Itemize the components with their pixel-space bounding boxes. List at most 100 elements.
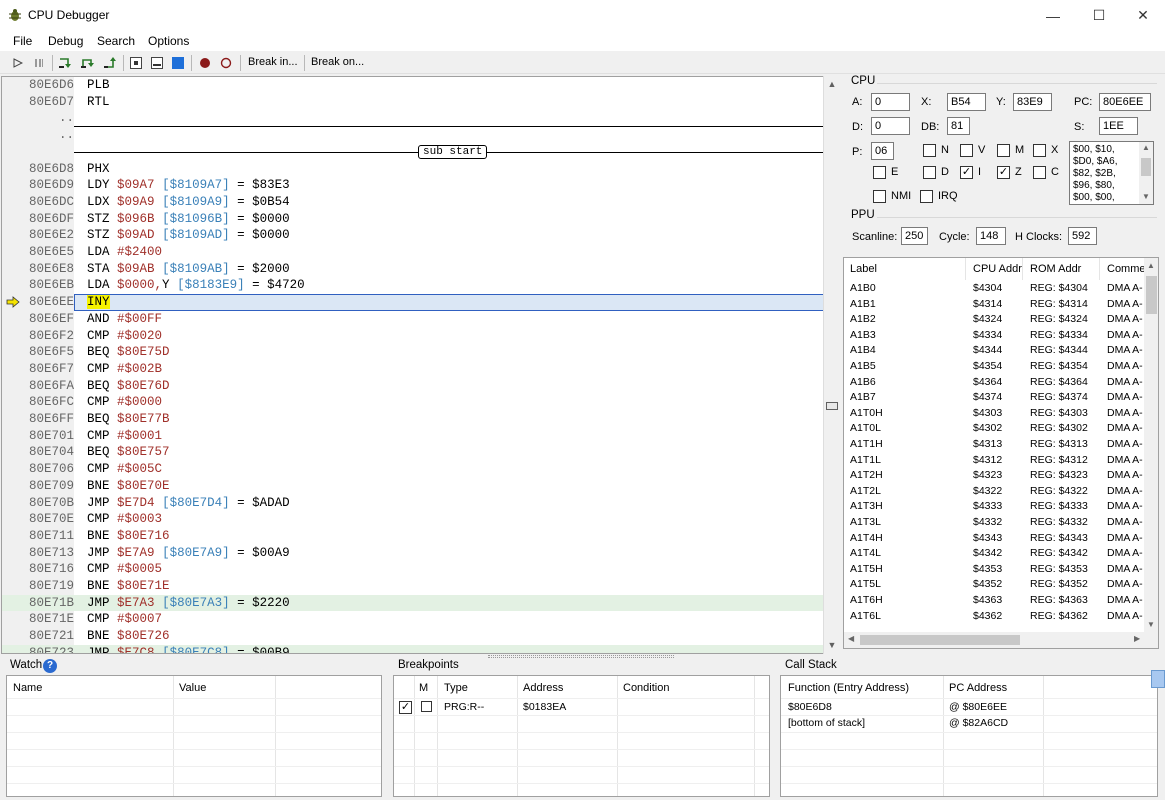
code-line[interactable]: 80E71B JMP $E7A3 [$80E7A3] = $2220 [2, 594, 824, 612]
reg-d-field[interactable]: 0 [871, 117, 910, 135]
bp-address-header[interactable]: Address [523, 682, 563, 694]
menu-search[interactable]: Search [97, 34, 135, 48]
callstack-list[interactable]: Function (Entry Address) PC Address $80E… [780, 675, 1158, 797]
menu-debug[interactable]: Debug [48, 34, 83, 48]
side-handle[interactable] [1151, 670, 1165, 688]
code-line[interactable]: 80E6D8 PHX [2, 161, 824, 178]
code-line[interactable]: 80E704 BEQ $80E757 [2, 444, 824, 461]
pause-icon[interactable] [31, 55, 47, 71]
label-row[interactable]: A1T3H $4333 REG: $4333 DMA A- [844, 499, 1144, 515]
label-list-hscroll[interactable]: ◀ ▶ [844, 632, 1158, 648]
code-line[interactable]: 80E723 JMP $E7C8 [$80E7C8] = $00B9 [2, 644, 824, 653]
step-frame-icon[interactable] [149, 55, 165, 71]
code-line[interactable]: 80E6E2 STZ $09AD [$8109AD] = $0000 [2, 227, 824, 244]
reg-x-field[interactable]: B54 [947, 93, 986, 111]
continue-icon[interactable] [10, 55, 26, 71]
scroll-up-icon[interactable]: ▲ [824, 76, 840, 92]
disable-breakpoint-icon[interactable] [218, 55, 234, 71]
label-row[interactable]: A1B5 $4354 REG: $4354 DMA A- [844, 359, 1144, 375]
flag-irq-checkbox[interactable] [920, 190, 933, 203]
code-line[interactable]: 80E71E CMP #$0007 [2, 611, 824, 628]
bp-enabled-checkbox[interactable]: ✓ [399, 701, 412, 714]
minimize-button[interactable]: — [1031, 0, 1075, 31]
code-line[interactable]: 80E713 JMP $E7A9 [$80E7A9] = $00A9 [2, 545, 824, 562]
scanline-field[interactable]: 250 [901, 227, 928, 245]
code-line[interactable]: 80E721 BNE $80E726 [2, 628, 824, 645]
code-line[interactable]: 80E719 BNE $80E71E [2, 578, 824, 595]
cs-function-header[interactable]: Function (Entry Address) [788, 682, 909, 694]
reg-y-field[interactable]: 83E9 [1013, 93, 1052, 111]
label-list-vscroll[interactable]: ▲ ▼ [1144, 258, 1158, 632]
code-line[interactable]: 80E6F5 BEQ $80E75D [2, 344, 824, 361]
code-line[interactable]: 80E6F2 CMP #$0020 [2, 328, 824, 345]
code-line[interactable]: 80E6FF BEQ $80E77B [2, 411, 824, 428]
scroll-down-icon[interactable]: ▼ [824, 637, 840, 653]
disassembly-view[interactable]: 80E6D6 PLB 80E6D7 RTL.... sub start 80E6D8 PHX… [1, 76, 839, 654]
label-row[interactable]: A1T5L $4352 REG: $4352 DMA A- [844, 577, 1144, 593]
reg-p-field[interactable]: 06 [871, 142, 894, 160]
run-ppu-icon[interactable] [170, 55, 186, 71]
code-line[interactable]: .. [2, 126, 824, 144]
label-row[interactable]: A1B7 $4374 REG: $4374 DMA A- [844, 390, 1144, 406]
flag-z-checkbox[interactable]: ✓ [997, 166, 1010, 179]
code-line[interactable]: 80E6EE INY [2, 294, 824, 311]
code-line[interactable]: 80E6F7 CMP #$002B [2, 361, 824, 378]
splitter-grip[interactable] [488, 655, 674, 658]
watch-name-header[interactable]: Name [13, 682, 42, 694]
menu-options[interactable]: Options [148, 34, 189, 48]
break-on-button[interactable]: Break on... [311, 56, 364, 68]
label-row[interactable]: A1T4L $4342 REG: $4342 DMA A- [844, 546, 1144, 562]
code-line[interactable]: 80E6D7 RTL [2, 94, 824, 111]
label-row[interactable]: A1T2L $4322 REG: $4322 DMA A- [844, 484, 1144, 500]
code-line[interactable]: 80E70B JMP $E7D4 [$80E7D4] = $ADAD [2, 495, 824, 512]
code-line[interactable]: 80E716 CMP #$0005 [2, 561, 824, 578]
label-row[interactable]: A1B0 $4304 REG: $4304 DMA A- [844, 281, 1144, 297]
code-line[interactable]: 80E6E5 LDA #$2400 [2, 244, 824, 261]
step-into-icon[interactable] [57, 55, 73, 71]
breakpoint-list[interactable]: M Type Address Condition ✓ PRG:R-- $0183… [393, 675, 770, 797]
cpu-addr-col-header[interactable]: CPU Addr [967, 258, 1023, 280]
rom-addr-col-header[interactable]: ROM Addr [1024, 258, 1100, 280]
flag-i-checkbox[interactable]: ✓ [960, 166, 973, 179]
flag-nmi-checkbox[interactable] [873, 190, 886, 203]
bp-condition-header[interactable]: Condition [623, 682, 669, 694]
watch-list[interactable]: Name Value [6, 675, 382, 797]
label-row[interactable]: A1B4 $4344 REG: $4344 DMA A- [844, 343, 1144, 359]
flag-x-checkbox[interactable] [1033, 144, 1046, 157]
menu-file[interactable]: File [13, 34, 32, 48]
step-over-icon[interactable] [79, 55, 95, 71]
stack-scrollbar[interactable]: ▲ ▼ [1139, 142, 1153, 204]
code-line[interactable]: 80E6DF STZ $096B [$81096B] = $0000 [2, 211, 824, 228]
code-line[interactable]: 80E70E CMP #$0003 [2, 511, 824, 528]
flag-d-checkbox[interactable] [923, 166, 936, 179]
flag-m-checkbox[interactable] [997, 144, 1010, 157]
code-scrollbar[interactable]: ▲ ▼ [823, 76, 839, 654]
code-line[interactable]: 80E706 CMP #$005C [2, 461, 824, 478]
label-row[interactable]: A1T0L $4302 REG: $4302 DMA A- [844, 421, 1144, 437]
label-row[interactable]: A1T2H $4323 REG: $4323 DMA A- [844, 468, 1144, 484]
help-icon[interactable]: ? [43, 659, 57, 673]
flag-e-checkbox[interactable] [873, 166, 886, 179]
code-line[interactable]: 80E6E8 STA $09AB [$8109AB] = $2000 [2, 261, 824, 278]
label-row[interactable]: A1B1 $4314 REG: $4314 DMA A- [844, 297, 1144, 313]
code-line[interactable]: .. [2, 110, 824, 127]
reg-a-field[interactable]: 0 [871, 93, 910, 111]
reg-s-field[interactable]: 1EE [1099, 117, 1138, 135]
label-row[interactable]: A1T1H $4313 REG: $4313 DMA A- [844, 437, 1144, 453]
bp-mark-checkbox[interactable] [421, 701, 432, 712]
label-list[interactable]: Label CPU Addr ROM Addr Commer A1B0 $4304… [843, 257, 1159, 649]
hclocks-field[interactable]: 592 [1068, 227, 1097, 245]
flag-n-checkbox[interactable] [923, 144, 936, 157]
code-line[interactable]: 80E6FC CMP #$0000 [2, 394, 824, 411]
close-button[interactable]: ✕ [1121, 0, 1165, 31]
label-row[interactable]: A1T3L $4332 REG: $4332 DMA A- [844, 515, 1144, 531]
code-line[interactable]: 80E6EB LDA $0000,Y [$8183E9] = $4720 [2, 277, 824, 294]
bp-m-header[interactable]: M [419, 682, 428, 694]
code-line[interactable]: 80E6DC LDX $09A9 [$8109A9] = $0B54 [2, 194, 824, 211]
maximize-button[interactable]: ☐ [1077, 0, 1121, 31]
label-row[interactable]: A1B2 $4324 REG: $4324 DMA A- [844, 312, 1144, 328]
label-row[interactable]: A1B6 $4364 REG: $4364 DMA A- [844, 375, 1144, 391]
break-in-button[interactable]: Break in... [248, 56, 298, 68]
flag-v-checkbox[interactable] [960, 144, 973, 157]
step-out-icon[interactable] [102, 55, 118, 71]
